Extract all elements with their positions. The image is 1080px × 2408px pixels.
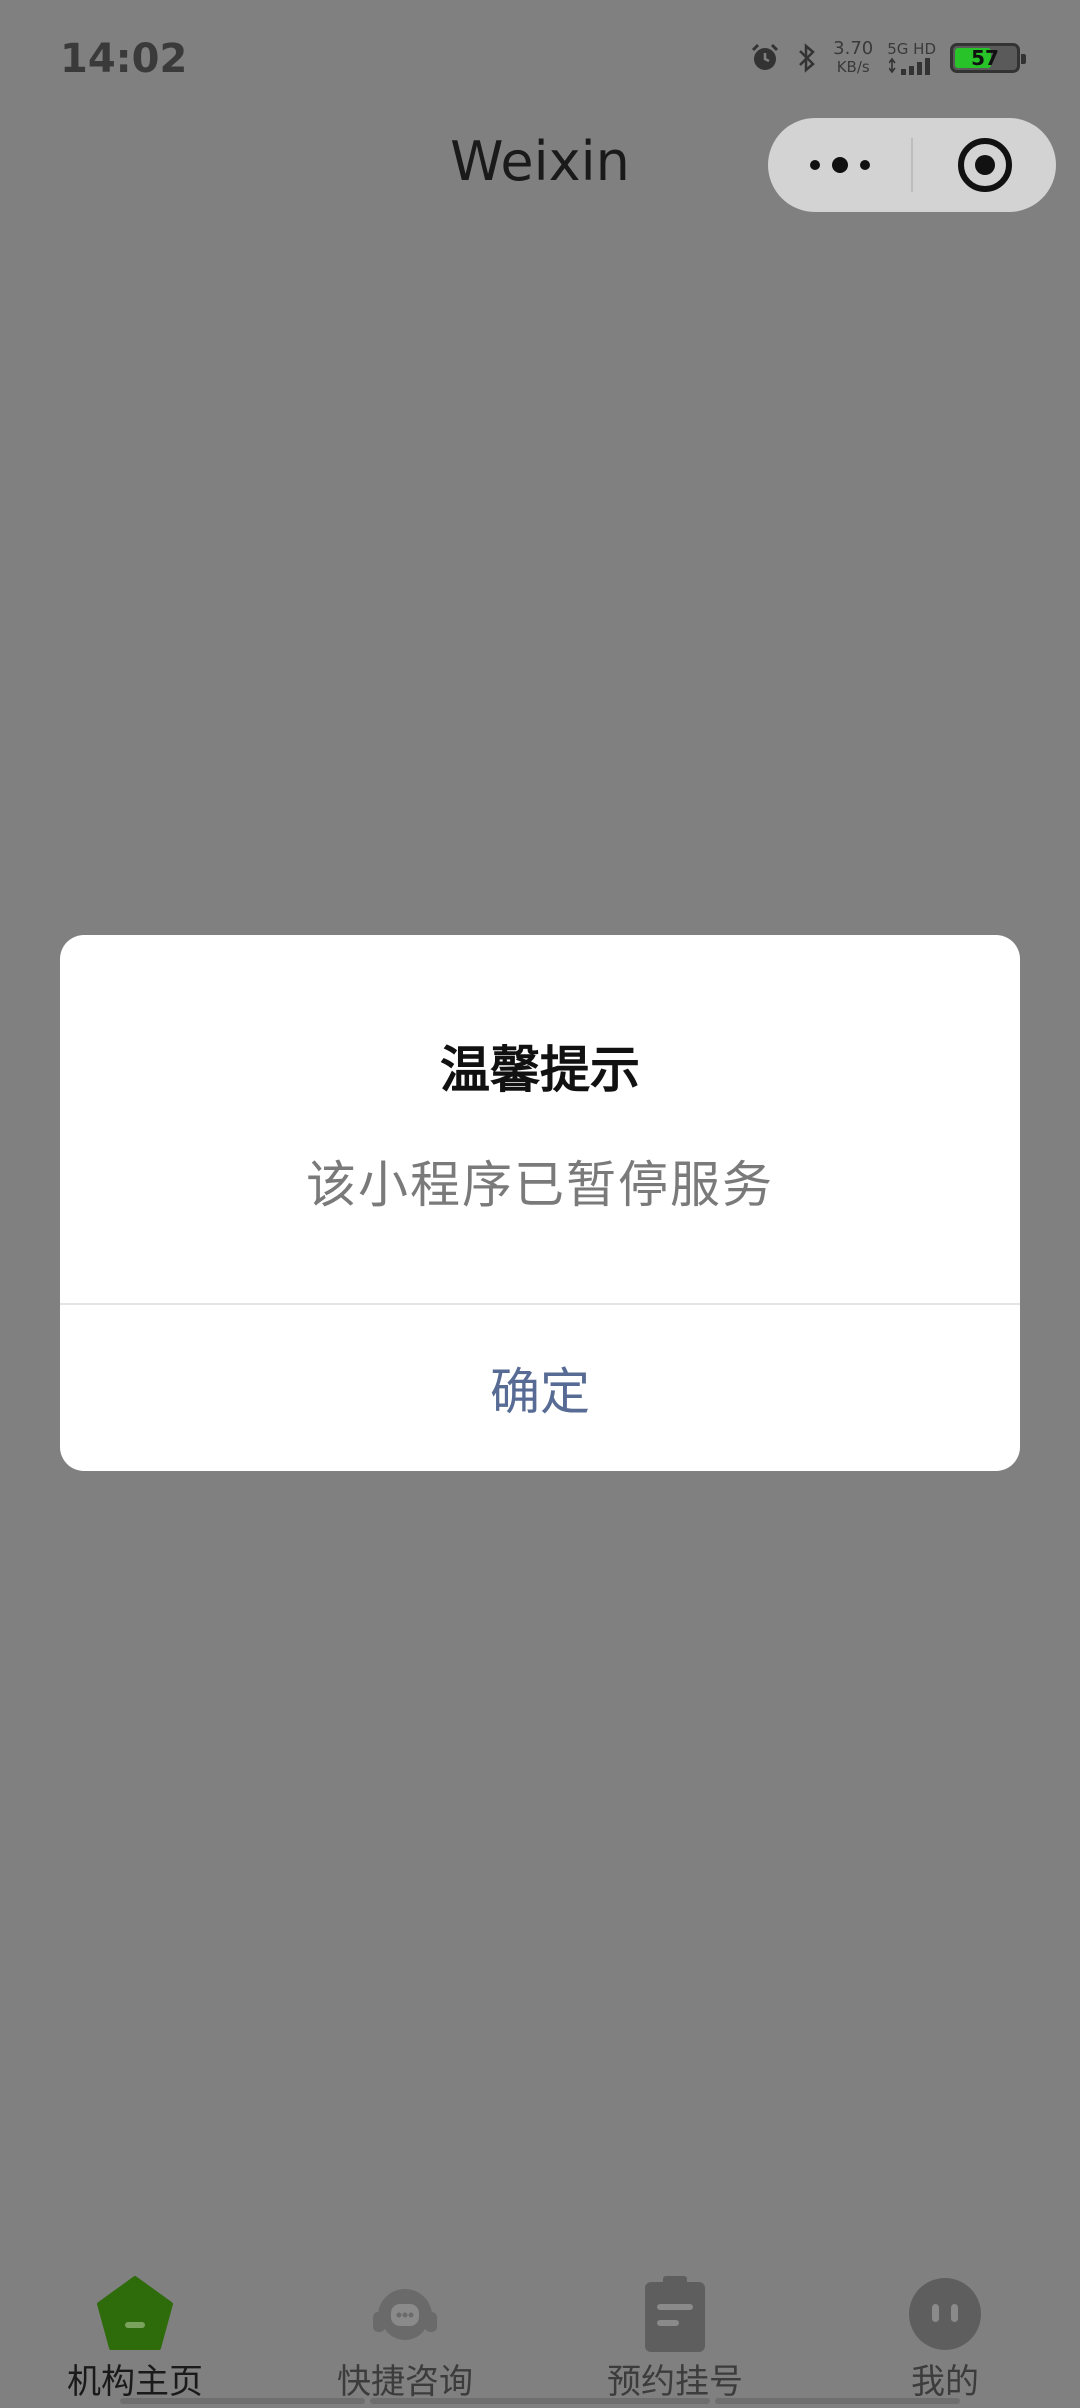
dialog-content: 该小程序已暂停服务: [306, 1156, 774, 1214]
close-button[interactable]: [913, 118, 1056, 212]
home-icon: [97, 2276, 173, 2350]
status-icons: 3.70 KB/s 5G HD 57: [749, 38, 1026, 77]
tab-underline: [715, 2398, 960, 2404]
tab-bar: 机构主页 快捷咨询 预约挂号 我的: [0, 2260, 1080, 2408]
alarm-icon: [752, 43, 779, 70]
more-dots-icon: [809, 157, 870, 173]
tab-home[interactable]: 机构主页: [0, 2260, 270, 2408]
tab-consult[interactable]: 快捷咨询: [270, 2260, 540, 2408]
tab-underline: [120, 2398, 365, 2404]
battery-cap: [1021, 54, 1026, 64]
tab-label: 我的: [911, 2362, 979, 2402]
tab-appointment[interactable]: 预约挂号: [540, 2260, 810, 2408]
clipboard-icon: [645, 2276, 705, 2352]
signal-indicator: 5G HD: [887, 39, 936, 75]
close-target-icon: [957, 138, 1012, 192]
network-speed: 3.70 KB/s: [833, 38, 874, 77]
tab-label: 机构主页: [67, 2362, 203, 2402]
signal-icon: [888, 57, 930, 75]
tab-underline: [370, 2398, 710, 2404]
network-type: 5G HD: [887, 39, 936, 58]
chat-icon: [373, 2289, 437, 2340]
more-button[interactable]: [768, 118, 911, 212]
dialog-title: 温馨提示: [440, 1041, 640, 1099]
alert-dialog: 温馨提示 该小程序已暂停服务 确定: [60, 935, 1020, 1471]
tab-label: 预约挂号: [607, 2362, 743, 2402]
mini-program-capsule: [768, 118, 1056, 212]
status-time: 14:02: [60, 36, 188, 82]
tab-label: 快捷咨询: [337, 2362, 473, 2402]
status-bar: 14:02 3.70 KB/s 5G HD 57: [0, 0, 1080, 120]
battery-indicator: 57: [950, 43, 1026, 73]
bluetooth-icon: [799, 43, 815, 73]
profile-icon: [909, 2278, 981, 2350]
confirm-button[interactable]: 确定: [60, 1305, 1020, 1471]
tab-mine[interactable]: 我的: [810, 2260, 1080, 2408]
